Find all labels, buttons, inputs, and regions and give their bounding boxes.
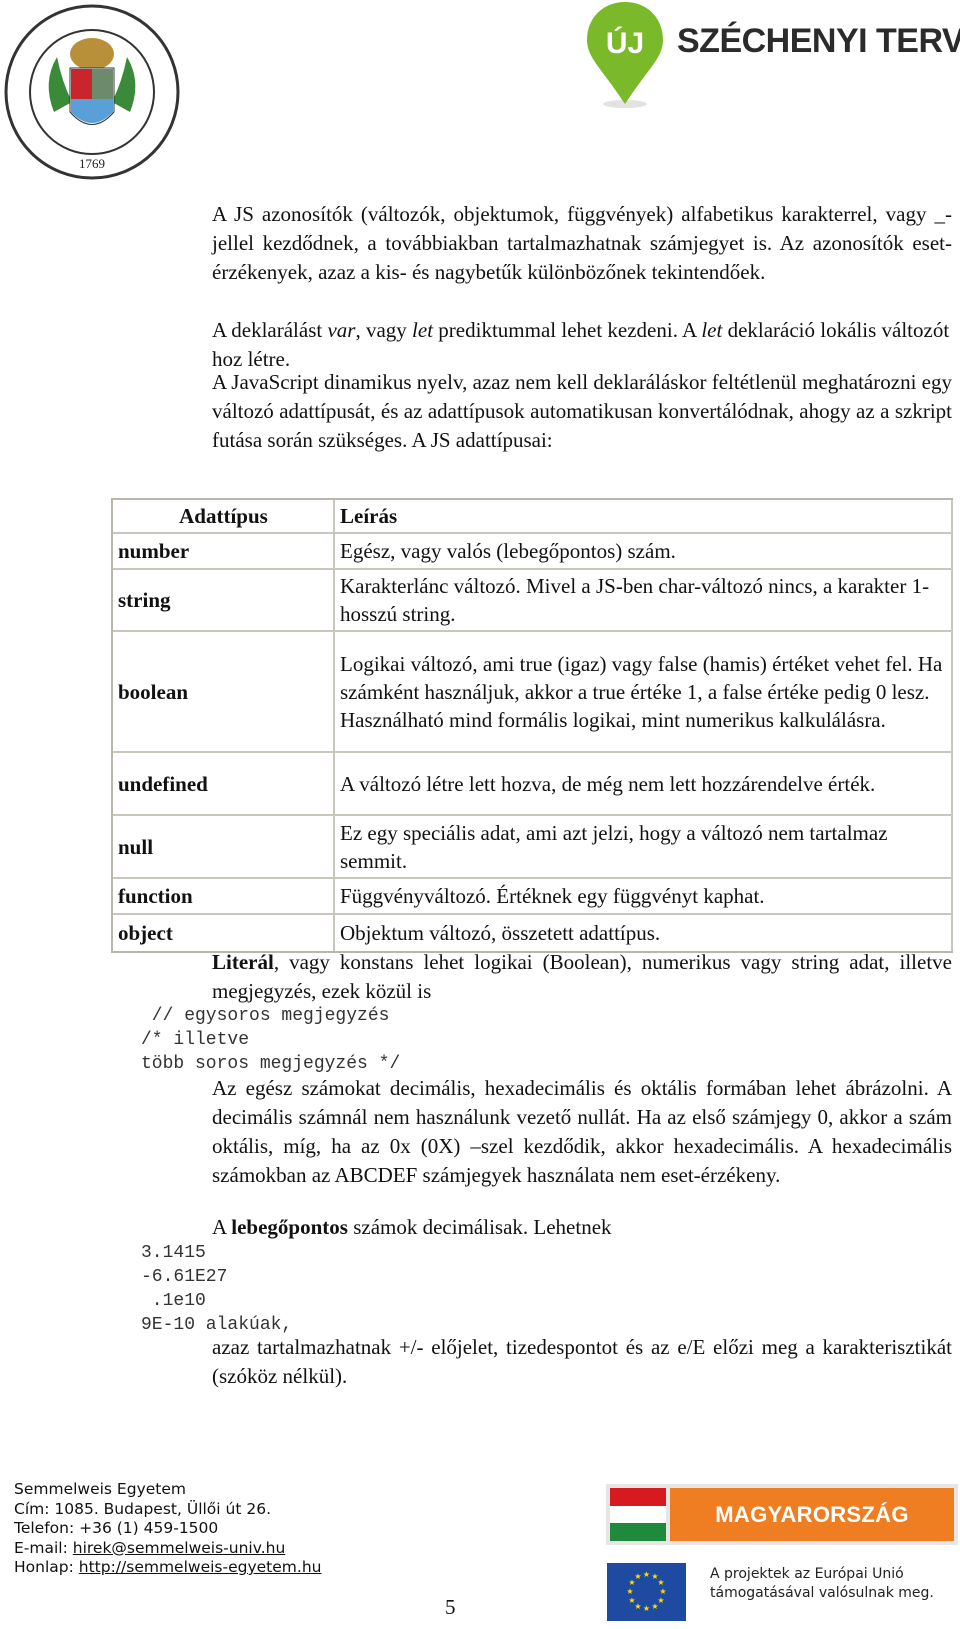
svg-text:★: ★ (643, 1604, 650, 1613)
description-cell: Ez egy speciális adat, ami azt jelzi, ho… (335, 816, 953, 879)
code-line: .1e10 (141, 1291, 206, 1311)
paragraph-literal: Literál, vagy konstans lehet logikai (Bo… (212, 948, 952, 1006)
code-line: // egysoros megjegyzés (141, 1006, 390, 1026)
eu-line: A projektek az Európai Unió (710, 1566, 904, 1582)
code-line: több soros megjegyzés */ (141, 1054, 401, 1074)
phone-number: Telefon: +36 (1) 459-1500 (14, 1519, 219, 1537)
type-cell: function (113, 879, 335, 915)
table-header-row: Adattípus Leírás (113, 500, 953, 534)
banner-text: MAGYARORSZÁG MEGÚJUL (670, 1488, 954, 1580)
description-cell: Függvényváltozó. Értéknek egy függvényt … (335, 879, 953, 915)
eu-support-text: A projektek az Európai Unió támogatásával… (710, 1565, 934, 1603)
text-run: A (212, 1215, 232, 1239)
data-types-table: Adattípus Leírás number Egész, vagy való… (111, 498, 953, 953)
szechenyi-terv-logo: ÚJ SZÉCHENYI TERV (585, 0, 960, 108)
szechenyi-badge: ÚJ (606, 26, 644, 60)
table-row: string Karakterlánc változó. Mivel a JS-… (113, 570, 953, 632)
svg-text:★: ★ (657, 1578, 664, 1587)
code-float-examples: 3.1415 -6.61E27 .1e10 9E-10 alakúak, (141, 1241, 292, 1337)
eu-flag-icon: ★ ★★★ ★★★★ ★★★★ (607, 1563, 686, 1621)
paragraph-integers: Az egész számokat decimális, hexadecimál… (212, 1076, 952, 1187)
magyarorszag-megujul-banner: MAGYARORSZÁG MEGÚJUL (606, 1484, 958, 1580)
table-row: boolean Logikai változó, ami true (igaz)… (113, 632, 953, 753)
page-number: 5 (445, 1595, 456, 1619)
email-row: E-mail: hirek@semmelweis-univ.hu (14, 1539, 321, 1559)
eu-line: támogatásával valósulnak meg. (710, 1585, 934, 1601)
keyword-let: let (701, 318, 723, 342)
table-row: number Egész, vagy valós (lebegőpontos) … (113, 534, 953, 570)
text-run: prediktummal lehet kezdeni. A (433, 318, 702, 342)
code-line: -6.61E27 (141, 1267, 228, 1287)
table-row: undefined A változó létre lett hozva, de… (113, 753, 953, 816)
keyword-let: let (412, 318, 434, 342)
description-cell: A változó létre lett hozva, de még nem l… (335, 753, 953, 816)
description-cell: Logikai változó, ami true (igaz) vagy fa… (335, 632, 953, 753)
text-run: , vagy (355, 318, 413, 342)
code-line: /* illetve (141, 1030, 250, 1050)
email-link[interactable]: hirek@semmelweis-univ.hu (73, 1539, 286, 1557)
seal-year: 1769 (79, 156, 105, 171)
description-cell: Objektum változó, összetett adattípus. (335, 915, 953, 951)
column-header-description: Leírás (335, 500, 953, 534)
postal-address: Cím: 1085. Budapest, Üllői út 26. (14, 1499, 272, 1518)
svg-text:★: ★ (626, 1587, 633, 1596)
paragraph-floats: A lebegőpontos számok decimálisak. Lehet… (212, 1213, 952, 1242)
type-cell: string (113, 570, 335, 632)
homepage-row: Honlap: http://semmelweis-egyetem.hu (14, 1558, 321, 1578)
type-cell: boolean (113, 632, 335, 753)
term-literal: Literál (212, 950, 274, 974)
type-cell: number (113, 534, 335, 570)
description-cell: Egész, vagy valós (lebegőpontos) szám. (335, 534, 953, 570)
svg-text:★: ★ (628, 1596, 635, 1605)
email-label: E-mail: (14, 1538, 73, 1557)
paragraph-declaration: A deklarálást var, vagy let prediktummal… (212, 316, 952, 374)
table-row: function Függvényváltozó. Értéknek egy f… (113, 879, 953, 915)
description-cell: Karakterlánc változó. Mivel a JS-ben cha… (335, 570, 953, 632)
footer-address: Semmelweis Egyetem Cím: 1085. Budapest, Ü… (14, 1480, 321, 1578)
hungarian-flag-icon (610, 1488, 666, 1541)
svg-text:★: ★ (634, 1572, 641, 1581)
svg-text:★: ★ (643, 1570, 650, 1579)
type-cell: null (113, 816, 335, 879)
text-run: , vagy konstans lehet logikai (Boolean),… (212, 950, 952, 1003)
table-row: null Ez egy speciális adat, ami azt jelz… (113, 816, 953, 879)
keyword-var: var (327, 318, 356, 342)
paragraph-closing: azaz tartalmazhatnak +/- előjelet, tized… (212, 1335, 952, 1388)
szechenyi-title: SZÉCHENYI TERV (677, 22, 960, 60)
location-pin-icon: ÚJ (587, 2, 663, 108)
term-floating-point: lebegőpontos (231, 1215, 348, 1239)
svg-text:★: ★ (659, 1587, 666, 1596)
type-cell: undefined (113, 753, 335, 816)
homepage-link[interactable]: http://semmelweis-egyetem.hu (79, 1558, 322, 1576)
homepage-label: Honlap: (14, 1558, 79, 1576)
text-run: számok decimálisak. Lehetnek (347, 1215, 612, 1239)
university-seal-logo: 1769 (4, 4, 180, 180)
paragraph-identifiers: A JS azonosítók (változók, objektumok, f… (212, 202, 952, 284)
column-header-type: Adattípus (113, 500, 335, 534)
institution-name: Semmelweis Egyetem (14, 1480, 186, 1498)
code-comments: // egysoros megjegyzés /* illetve több sor… (141, 1004, 400, 1076)
paragraph-dynamic-typing: A JavaScript dinamikus nyelv, azaz nem k… (212, 370, 952, 452)
text-run: A deklarálást (212, 318, 328, 342)
code-line: 3.1415 (141, 1243, 206, 1263)
type-cell: object (113, 915, 335, 951)
svg-text:★: ★ (651, 1602, 658, 1611)
table-row: object Objektum változó, összetett adatt… (113, 915, 953, 951)
